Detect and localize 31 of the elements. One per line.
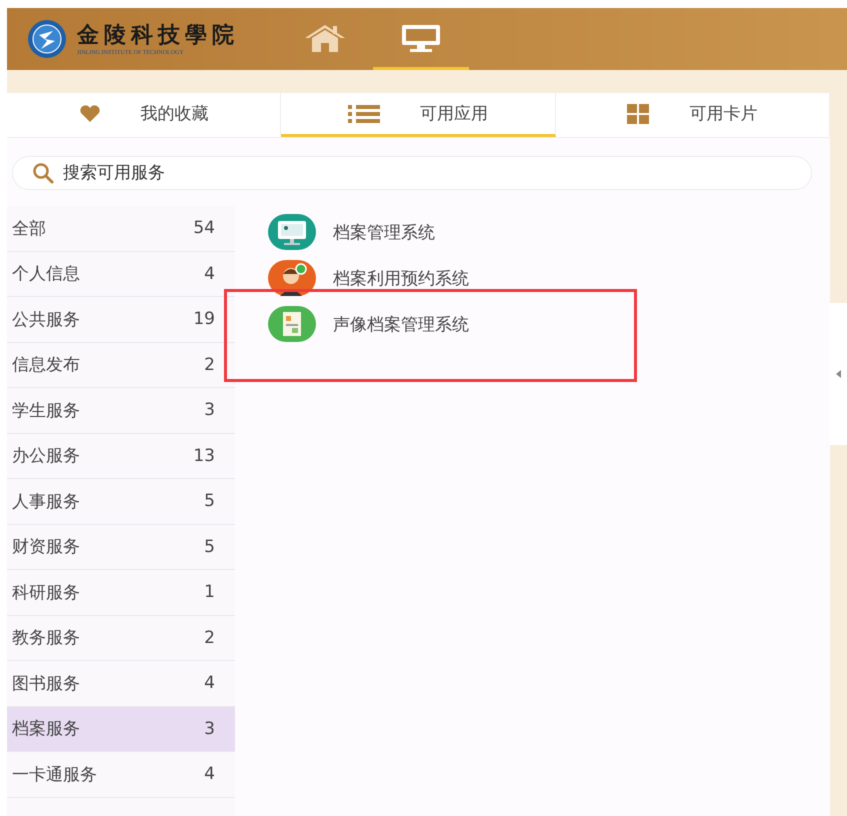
tab[interactable]: 可用卡片 bbox=[556, 93, 830, 137]
person-app-icon bbox=[268, 260, 316, 296]
app-item[interactable]: 档案利用预约系统 bbox=[268, 258, 469, 298]
logo-title: 金陵科技學院 bbox=[77, 21, 239, 49]
category-item[interactable]: 档案服务 3 bbox=[7, 706, 235, 752]
category-item[interactable]: 信息发布 2 bbox=[7, 342, 235, 388]
category-item[interactable]: 办公服务 13 bbox=[7, 434, 235, 479]
category-item[interactable]: 学生服务 3 bbox=[7, 388, 235, 434]
emblem-icon bbox=[27, 19, 67, 59]
category-item[interactable]: 科研服务 1 bbox=[7, 570, 235, 616]
category-item[interactable]: 财资服务 5 bbox=[7, 524, 235, 570]
search-field[interactable]: 搜索可用服务 bbox=[12, 156, 812, 190]
heart-icon bbox=[78, 104, 101, 122]
category-item[interactable]: 教务服务 2 bbox=[7, 616, 235, 661]
collapse-handle[interactable] bbox=[830, 303, 847, 445]
grid-icon bbox=[627, 104, 650, 124]
monitor-icon bbox=[400, 22, 442, 52]
app-item[interactable]: 档案管理系统 bbox=[268, 212, 435, 252]
category-item[interactable]: 个人信息 4 bbox=[7, 252, 235, 297]
tab[interactable]: 我的收藏 bbox=[7, 93, 282, 137]
document-app-icon bbox=[268, 306, 316, 342]
home-icon bbox=[303, 22, 347, 52]
monitor-app-icon bbox=[268, 214, 316, 250]
category-item[interactable]: 一卡通服务 4 bbox=[7, 752, 235, 798]
category-item[interactable]: 人事服务 5 bbox=[7, 479, 235, 524]
app-item[interactable]: 声像档案管理系统 bbox=[268, 304, 469, 344]
category-item[interactable]: 公共服务 19 bbox=[7, 297, 235, 342]
arrow-left-icon bbox=[836, 370, 842, 378]
tab[interactable]: 可用应用 bbox=[281, 93, 556, 137]
list-icon bbox=[348, 104, 380, 124]
category-item[interactable]: 全部 54 bbox=[7, 206, 235, 252]
